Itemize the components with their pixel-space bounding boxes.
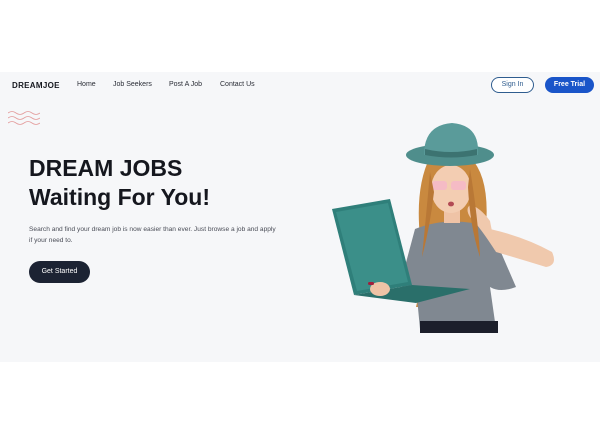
nav-link-post-a-job[interactable]: Post A Job	[169, 81, 202, 88]
nav-link-home[interactable]: Home	[77, 81, 96, 88]
navbar: DREAMJOE Home Job Seekers Post A Job Con…	[0, 72, 600, 100]
nav-link-job-seekers[interactable]: Job Seekers	[113, 81, 152, 88]
nav-link-contact-us[interactable]: Contact Us	[220, 81, 255, 88]
landing-page: DREAMJOE Home Job Seekers Post A Job Con…	[0, 0, 600, 435]
hero-title: DREAM JOBS Waiting For You!	[29, 154, 210, 212]
logo[interactable]: DREAMJOE	[12, 81, 60, 90]
hero-title-line-2: Waiting For You!	[29, 184, 210, 210]
free-trial-button[interactable]: Free Trial	[545, 77, 594, 93]
hero-description: Search and find your dream job is now ea…	[29, 226, 276, 244]
hero-section: DREAMJOE Home Job Seekers Post A Job Con…	[0, 72, 600, 362]
sign-in-button[interactable]: Sign In	[491, 77, 534, 93]
woman-with-laptop-illustration	[332, 123, 554, 333]
get-started-button[interactable]: Get Started	[29, 261, 90, 283]
hero-title-line-1: DREAM JOBS	[29, 155, 183, 181]
wave-lines-icon	[8, 111, 40, 125]
